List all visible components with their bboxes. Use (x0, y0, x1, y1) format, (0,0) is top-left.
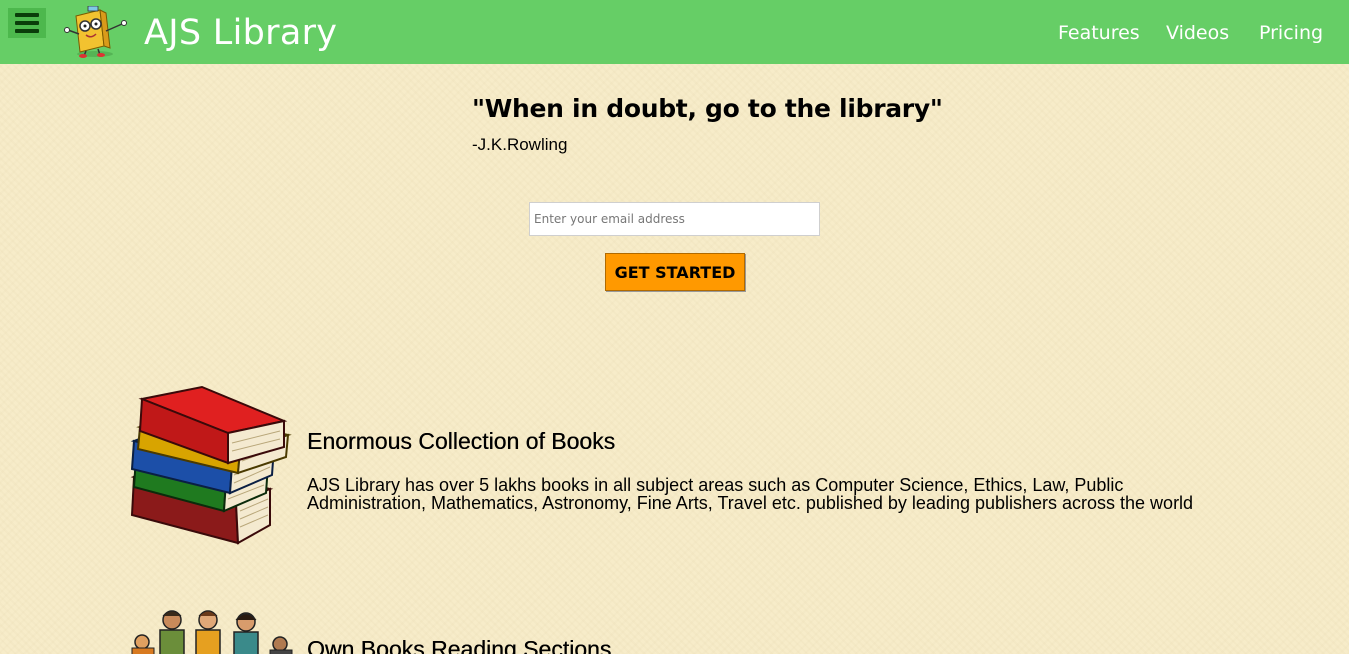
nav-link-features[interactable]: Features (1058, 22, 1140, 44)
brand-title[interactable]: AJS Library (144, 13, 337, 53)
hamburger-menu-icon[interactable] (8, 8, 46, 38)
books-stack-icon (130, 385, 292, 545)
feature-title-reading-sections: Own Books Reading Sections (307, 636, 612, 654)
book-mascot-logo-icon (64, 6, 127, 58)
feature-description-collection: AJS Library has over 5 lakhs books in al… (307, 475, 1194, 513)
readers-group-icon (131, 610, 293, 654)
email-input[interactable] (529, 202, 820, 236)
feature-title-collection: Enormous Collection of Books (307, 428, 616, 454)
nav-link-videos[interactable]: Videos (1166, 22, 1229, 44)
nav-link-pricing[interactable]: Pricing (1259, 22, 1323, 44)
get-started-button[interactable]: GET STARTED (605, 253, 745, 291)
quote-author: -J.K.Rowling (472, 135, 568, 154)
hero-quote: "When in doubt, go to the library" (472, 94, 943, 123)
top-navbar: AJS Library Features Videos Pricing (0, 0, 1349, 64)
